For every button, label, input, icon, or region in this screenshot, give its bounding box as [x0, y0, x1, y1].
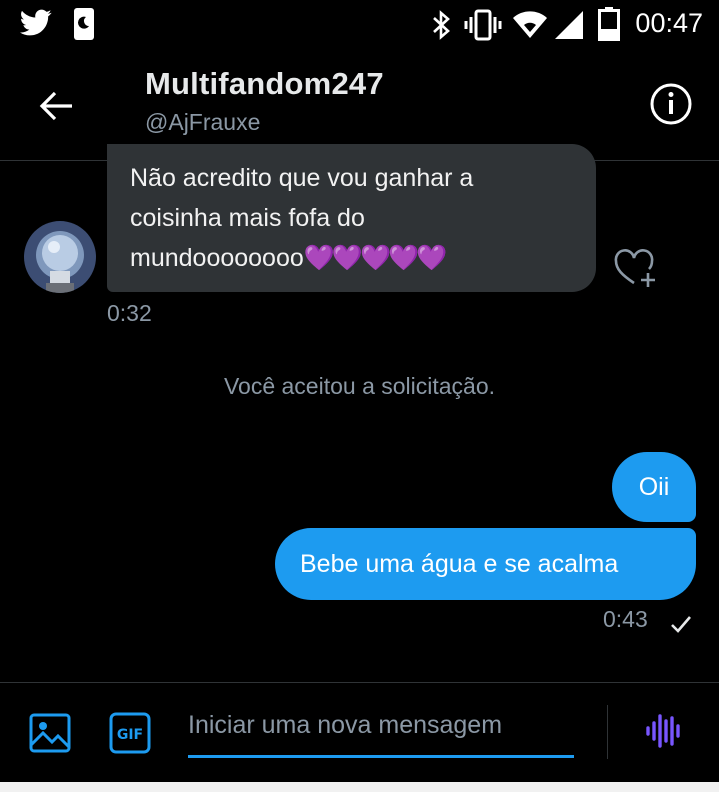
add-image-button[interactable] [28, 711, 72, 755]
add-gif-button[interactable]: GIF [108, 711, 152, 755]
check-icon [671, 616, 691, 633]
heart-plus-icon [614, 249, 655, 287]
add-reaction-button[interactable] [612, 247, 660, 291]
conversation-title[interactable]: Multifandom247 [145, 66, 384, 102]
message-text-line: coisinha mais fofa do [130, 204, 365, 232]
voice-waveform-icon [646, 714, 680, 748]
message-input-wrapper [188, 697, 574, 758]
system-message: Você aceitou a solicitação. [223, 373, 496, 399]
message-text-line: Não acredito que vou ganhar a [130, 164, 474, 192]
sim-icon [74, 8, 94, 40]
sent-message-bubble[interactable]: Bebe uma água e se acalma [275, 528, 696, 600]
info-icon [650, 83, 692, 125]
twitter-icon [20, 9, 52, 36]
image-icon [29, 713, 71, 753]
voice-message-button[interactable] [644, 711, 684, 751]
back-button[interactable] [32, 82, 80, 130]
battery-icon [598, 7, 620, 41]
vibrate-icon [464, 9, 502, 41]
system-nav-bar [0, 782, 719, 792]
purple-heart-emojis: 💜💜💜💜💜 [303, 244, 448, 272]
received-message-time: 0:32 [107, 300, 152, 326]
signal-icon [555, 11, 583, 39]
message-input[interactable] [188, 707, 574, 743]
received-message-bubble[interactable]: Não acredito que vou ganhar a coisinha m… [107, 144, 596, 292]
arrow-left-icon [39, 91, 72, 121]
status-time: 00:47 [635, 8, 703, 38]
gif-label: GIF [117, 727, 143, 743]
message-text-line: mundoooooooo💜💜💜💜💜 [130, 238, 574, 278]
message-composer: GIF [0, 682, 719, 783]
sent-message-bubble[interactable]: Oii [612, 452, 696, 522]
bluetooth-icon [433, 10, 450, 40]
conversation-handle: @AjFrauxe [145, 109, 261, 135]
sent-message-time: 0:43 [603, 606, 648, 632]
info-button[interactable] [646, 79, 696, 129]
wifi-icon [513, 11, 547, 38]
gif-icon: GIF [109, 712, 151, 754]
avatar-image [24, 221, 96, 293]
message-text: mundoooooooo [130, 244, 304, 272]
composer-divider [607, 705, 608, 759]
sender-avatar[interactable] [24, 221, 96, 293]
status-bar: 00:47 [0, 0, 719, 50]
